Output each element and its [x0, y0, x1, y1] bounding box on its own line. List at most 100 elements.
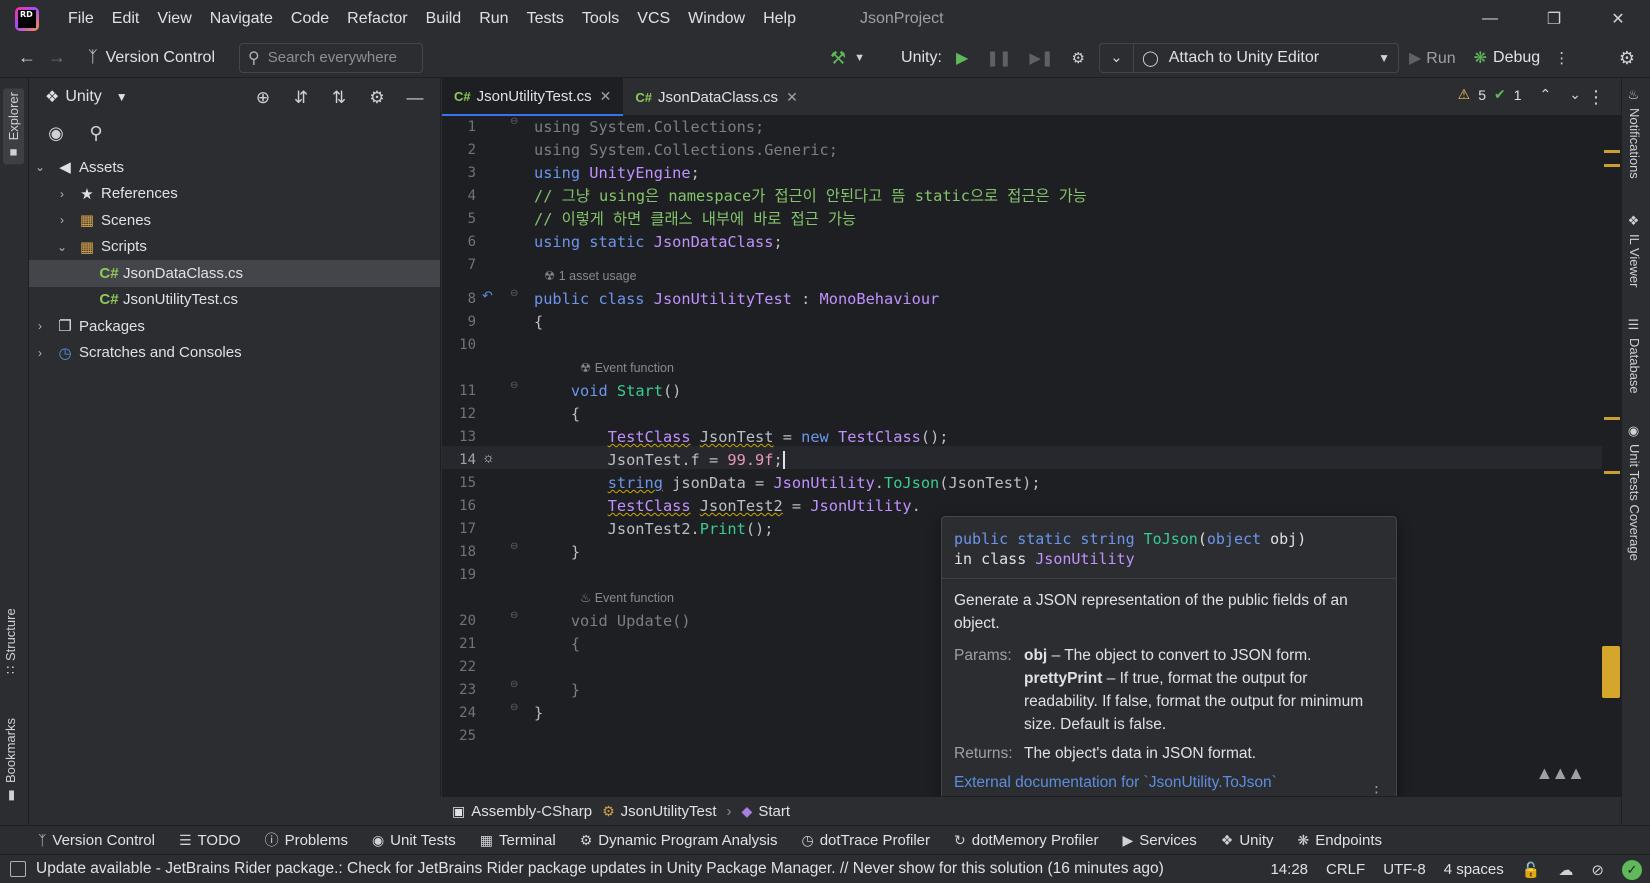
- tool-dotmemory[interactable]: ↻ dotMemory Profiler: [954, 832, 1098, 849]
- warning-marker[interactable]: [1604, 150, 1620, 153]
- no-symbol-icon[interactable]: ⊘: [1591, 861, 1604, 879]
- tree-item-packages[interactable]: › ❐ Packages: [29, 313, 440, 340]
- run-button[interactable]: ▶ Run: [1409, 48, 1456, 68]
- unity-pause-icon[interactable]: ❚❚: [986, 49, 1011, 67]
- chevron-right-icon[interactable]: ›: [33, 346, 47, 360]
- tool-services[interactable]: ▶ Services: [1122, 832, 1196, 849]
- fold-marker-icon[interactable]: ⊖: [510, 380, 518, 391]
- view-dropdown-icon[interactable]: ▼: [116, 90, 128, 104]
- il-viewer-tool-tab[interactable]: ❖ IL Viewer: [1627, 214, 1642, 287]
- debug-button[interactable]: ❋ Debug: [1466, 43, 1549, 73]
- chevron-down-icon[interactable]: ⌄: [55, 240, 69, 254]
- warning-marker[interactable]: [1604, 471, 1620, 474]
- hide-panel-icon[interactable]: —: [400, 83, 430, 113]
- tab-options-icon[interactable]: ⋮: [1581, 82, 1611, 112]
- menu-tests[interactable]: Tests: [518, 10, 573, 28]
- restore-button[interactable]: ❐: [1522, 0, 1586, 38]
- menu-window[interactable]: Window: [679, 10, 754, 28]
- warning-marker[interactable]: [1604, 164, 1620, 167]
- expand-all-icon[interactable]: ⇵: [286, 83, 316, 113]
- collapse-all-icon[interactable]: ⇅: [324, 83, 354, 113]
- ai-assistant-icon[interactable]: ▲▲▲: [1536, 763, 1585, 784]
- close-icon[interactable]: ✕: [786, 89, 798, 106]
- line-separator[interactable]: CRLF: [1326, 861, 1365, 878]
- fold-marker-icon[interactable]: ⊖: [510, 288, 518, 299]
- fold-marker-icon[interactable]: ⊖: [510, 541, 518, 552]
- lock-icon[interactable]: 🔓: [1522, 861, 1541, 879]
- forward-arrow-icon[interactable]: →: [42, 43, 72, 73]
- tree-item-scripts[interactable]: ⌄ ▦ Scripts: [29, 234, 440, 261]
- close-icon[interactable]: ✕: [600, 88, 612, 105]
- prev-highlight-icon[interactable]: ⌃: [1540, 86, 1552, 103]
- tool-endpoints[interactable]: ❋ Endpoints: [1298, 832, 1382, 849]
- lightbulb-icon[interactable]: ☼: [482, 449, 495, 465]
- build-dropdown-icon[interactable]: ▼: [854, 52, 865, 64]
- tool-version-control[interactable]: ᛉ Version Control: [38, 832, 155, 849]
- caret-position[interactable]: 14:28: [1270, 861, 1308, 878]
- event-log-icon[interactable]: [10, 861, 26, 877]
- locate-icon[interactable]: ⊕: [248, 83, 278, 113]
- tree-item-scenes[interactable]: › ▦ Scenes: [29, 207, 440, 234]
- unity-connect-icon[interactable]: ⚙: [1072, 49, 1085, 67]
- menu-edit[interactable]: Edit: [103, 10, 149, 28]
- explorer-search-icon[interactable]: ⚲: [81, 118, 111, 148]
- vcs-widget[interactable]: ᛉ Version Control: [88, 49, 215, 67]
- menu-run[interactable]: Run: [470, 10, 517, 28]
- fold-marker-icon[interactable]: ⊖: [510, 116, 518, 127]
- structure-tool-tab[interactable]: ∷ Structure: [3, 608, 18, 674]
- unity-step-icon[interactable]: ▶❚: [1029, 49, 1053, 67]
- status-ok-icon[interactable]: ✓: [1622, 859, 1642, 880]
- tool-dottrace[interactable]: ◷ dotTrace Profiler: [801, 832, 930, 849]
- search-everywhere[interactable]: ⚲ Search everywhere: [239, 42, 423, 73]
- fold-marker-icon[interactable]: ⊖: [510, 679, 518, 690]
- build-hammer-icon[interactable]: ⚒: [830, 48, 846, 69]
- back-arrow-icon[interactable]: ←: [12, 43, 42, 73]
- tool-unity[interactable]: ❖ Unity: [1221, 832, 1274, 849]
- bookmarks-tool-tab[interactable]: ▮ Bookmarks: [3, 718, 18, 803]
- gear-icon[interactable]: ⚙: [1612, 43, 1642, 73]
- sig-class[interactable]: JsonUtility: [1035, 550, 1134, 568]
- show-unity-files-icon[interactable]: ◉: [41, 118, 71, 148]
- crumb-assembly[interactable]: ▣ Assembly-CSharp: [452, 803, 592, 820]
- tree-item-scratches[interactable]: › ◷ Scratches and Consoles: [29, 340, 440, 367]
- fold-marker-icon[interactable]: ⊖: [510, 610, 518, 621]
- tree-item-references[interactable]: › ★ References: [29, 181, 440, 208]
- implements-gutter-icon[interactable]: ↶: [482, 288, 493, 304]
- close-window-button[interactable]: ✕: [1586, 0, 1650, 38]
- unit-tests-coverage-tool-tab[interactable]: ◉ Unit Tests Coverage: [1627, 424, 1642, 561]
- asset-usage-hint[interactable]: ☢ 1 asset usage: [544, 267, 637, 285]
- tab-jsondataclass[interactable]: C# JsonDataClass.cs ✕: [623, 78, 809, 116]
- warning-marker[interactable]: [1604, 417, 1620, 420]
- inspection-widget[interactable]: ⚠ 5 ✔ 1 ⌃ ⌄: [1458, 86, 1581, 103]
- menu-vcs[interactable]: VCS: [628, 10, 679, 28]
- menu-view[interactable]: View: [148, 10, 200, 28]
- menu-tools[interactable]: Tools: [573, 10, 628, 28]
- more-vertical-icon[interactable]: ⋮: [1554, 49, 1569, 67]
- menu-build[interactable]: Build: [417, 10, 471, 28]
- external-doc-link[interactable]: External documentation for `JsonUtility.…: [954, 771, 1384, 794]
- file-encoding[interactable]: UTF-8: [1383, 861, 1426, 878]
- run-configuration-selector[interactable]: ⌄ ◯ Attach to Unity Editor ▼: [1098, 43, 1399, 73]
- indent-setting[interactable]: 4 spaces: [1444, 861, 1504, 878]
- tree-item-jsondataclass[interactable]: C# JsonDataClass.cs: [29, 260, 440, 287]
- error-stripe[interactable]: [1602, 116, 1621, 756]
- minimize-button[interactable]: —: [1458, 0, 1522, 38]
- cloud-icon[interactable]: ☁: [1558, 861, 1573, 879]
- crumb-class[interactable]: ⚙ JsonUtilityTest: [602, 803, 716, 820]
- crumb-method[interactable]: ◆ Start: [742, 803, 790, 820]
- tree-item-jsonutilitytest[interactable]: C# JsonUtilityTest.cs: [29, 287, 440, 314]
- next-highlight-icon[interactable]: ⌄: [1569, 86, 1581, 103]
- explorer-view-selector[interactable]: Unity: [65, 88, 101, 106]
- chevron-down-icon[interactable]: ⌄: [1100, 44, 1134, 72]
- tab-jsonutilitytest[interactable]: C# JsonUtilityTest.cs ✕: [442, 78, 624, 116]
- chevron-right-icon[interactable]: ›: [55, 187, 69, 201]
- menu-navigate[interactable]: Navigate: [201, 10, 282, 28]
- scrollbar-thumb[interactable]: [1602, 646, 1620, 698]
- menu-code[interactable]: Code: [282, 10, 338, 28]
- menu-file[interactable]: File: [59, 10, 103, 28]
- chevron-down-icon[interactable]: ⌄: [33, 160, 47, 174]
- fold-marker-icon[interactable]: ⊖: [510, 702, 518, 713]
- tool-todo[interactable]: ☰ TODO: [179, 832, 241, 849]
- menu-refactor[interactable]: Refactor: [338, 10, 416, 28]
- tool-dynamic-program-analysis[interactable]: ⚙ Dynamic Program Analysis: [580, 832, 778, 849]
